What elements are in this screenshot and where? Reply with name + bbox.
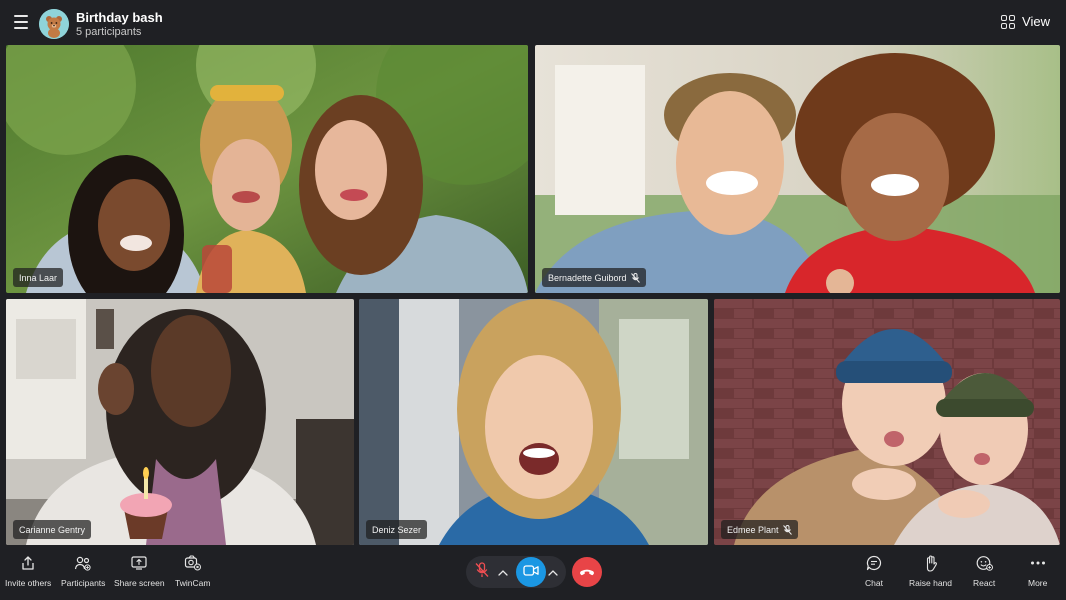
participant-name: Inna Laar	[19, 272, 58, 283]
video-tile-carianne-gentry[interactable]: Carianne Gentry	[6, 299, 354, 545]
call-title: Birthday bash	[76, 10, 163, 25]
view-button[interactable]: View	[1001, 14, 1050, 29]
chat-button[interactable]: Chat	[865, 554, 883, 588]
mic-muted-icon	[782, 524, 792, 535]
participant-name-tag: Bernadette Guibord	[542, 268, 646, 287]
chat-icon	[865, 554, 883, 572]
participant-name-tag: Inna Laar	[13, 268, 64, 287]
raise-hand-icon	[922, 554, 940, 572]
group-avatar[interactable]	[39, 9, 69, 39]
invite-others-label: Invite others	[5, 578, 52, 588]
raise-hand-button[interactable]: Raise hand	[909, 554, 952, 588]
mute-microphone-button[interactable]	[470, 559, 494, 585]
video-tile-inna-laar[interactable]: Inna Laar	[6, 45, 528, 293]
video-options-button[interactable]	[547, 559, 559, 585]
twincam-label: TwinCam	[175, 578, 211, 588]
participant-name: Edmee Plant	[727, 524, 779, 535]
participants-label: Participants	[61, 578, 106, 588]
chevron-up-icon	[548, 563, 558, 581]
more-button[interactable]: More	[1028, 554, 1047, 588]
react-label: React	[973, 578, 996, 588]
share-screen-button[interactable]: Share screen	[114, 554, 165, 588]
chevron-up-icon	[498, 563, 508, 581]
raise-hand-label: Raise hand	[909, 578, 953, 588]
participant-video	[6, 299, 354, 545]
share-upload-icon	[19, 554, 37, 572]
share-screen-icon	[130, 554, 148, 572]
teddy-bear-icon	[39, 9, 69, 39]
participant-video	[359, 299, 708, 545]
participant-video	[6, 45, 528, 293]
hamburger-menu-icon[interactable]	[14, 15, 30, 29]
participant-name: Carianne Gentry	[19, 524, 86, 535]
audio-options-button[interactable]	[497, 559, 509, 585]
video-camera-icon	[523, 563, 539, 581]
react-emoji-icon	[975, 554, 993, 572]
participant-name-tag: Carianne Gentry	[13, 520, 92, 539]
participant-count: 5 participants	[76, 26, 142, 38]
participant-name-tag: Deniz Sezer	[366, 520, 428, 539]
react-button[interactable]: React	[973, 554, 995, 588]
participant-name: Bernadette Guibord	[548, 272, 627, 283]
video-tile-bernadette-guibord[interactable]: Bernadette Guibord	[535, 45, 1060, 293]
participant-video	[535, 45, 1060, 293]
participants-button[interactable]: Participants	[61, 554, 105, 588]
grid-view-icon	[1001, 14, 1016, 29]
toggle-video-button[interactable]	[516, 557, 546, 587]
end-call-button[interactable]	[572, 557, 602, 587]
call-header: Birthday bash 5 participants View	[0, 0, 1066, 44]
more-label: More	[1028, 578, 1048, 588]
twincam-button[interactable]: TwinCam	[175, 554, 210, 588]
mic-off-icon	[475, 561, 489, 583]
participant-video	[714, 299, 1060, 545]
share-screen-label: Share screen	[114, 578, 165, 588]
invite-others-button[interactable]: Invite others	[5, 554, 51, 588]
hang-up-icon	[579, 563, 595, 581]
video-tile-edmee-plant[interactable]: Edmee Plant	[714, 299, 1060, 545]
chat-label: Chat	[865, 578, 883, 588]
participants-icon	[74, 554, 92, 572]
video-tile-deniz-sezer[interactable]: Deniz Sezer	[359, 299, 708, 545]
view-label: View	[1022, 14, 1050, 29]
more-dots-icon	[1029, 554, 1047, 572]
mic-muted-icon	[630, 272, 640, 283]
twincam-icon	[184, 554, 202, 572]
participant-name-tag: Edmee Plant	[721, 520, 798, 539]
participant-name: Deniz Sezer	[372, 524, 422, 535]
